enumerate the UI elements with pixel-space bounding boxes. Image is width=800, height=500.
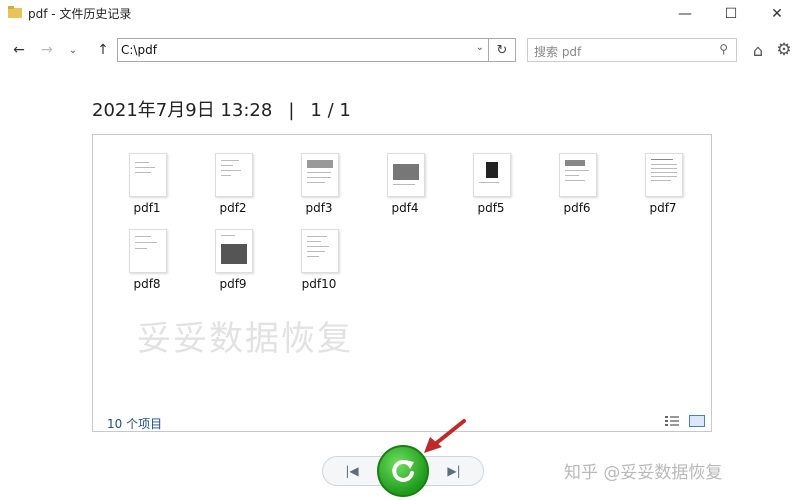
document-thumbnail-icon (645, 153, 683, 197)
up-button[interactable]: ↑ (92, 39, 114, 61)
address-path: C:\pdf (121, 43, 157, 57)
chevron-down-icon[interactable]: ⌄ (476, 42, 484, 53)
file-item[interactable]: pdf3 (289, 145, 349, 217)
file-item[interactable]: pdf10 (289, 221, 349, 293)
restore-icon (392, 459, 414, 482)
page-indicator: 1 / 1 (310, 100, 351, 121)
search-icon[interactable]: ⚲ (719, 42, 728, 56)
file-item[interactable]: pdf6 (547, 145, 607, 217)
file-name: pdf5 (477, 201, 505, 215)
site-watermark: 知乎 @妥妥数据恢复 (564, 463, 723, 483)
address-bar[interactable]: C:\pdf ⌄ (117, 38, 489, 62)
document-thumbnail-icon (129, 229, 167, 273)
folder-icon (8, 6, 22, 18)
document-thumbnail-icon (215, 153, 253, 197)
document-thumbnail-icon (129, 153, 167, 197)
document-thumbnail-icon (387, 153, 425, 197)
forward-button[interactable]: → (36, 39, 58, 61)
previous-version-button[interactable]: |◀ (322, 456, 382, 486)
file-name: pdf10 (301, 277, 337, 291)
file-list-panel: 妥妥数据恢复 pdf1 pdf2 pdf3 pdf4 pdf5 pdf6 pdf… (92, 134, 712, 432)
annotation-arrow-icon (424, 419, 466, 453)
title-bar: pdf - 文件历史记录 — ☐ ✕ (0, 0, 800, 28)
file-item[interactable]: pdf1 (117, 145, 177, 217)
header-separator: | (288, 100, 295, 121)
document-thumbnail-icon (215, 229, 253, 273)
document-thumbnail-icon (301, 153, 339, 197)
maximize-button[interactable]: ☐ (708, 0, 754, 28)
navigation-bar: ← → ⌄ ↑ C:\pdf ⌄ ↻ 搜索 pdf ⚲ ⌂ ⚙ (0, 36, 800, 66)
document-thumbnail-icon (473, 153, 511, 197)
gear-icon[interactable]: ⚙ (774, 40, 794, 60)
file-name: pdf4 (391, 201, 419, 215)
file-item[interactable]: pdf8 (117, 221, 177, 293)
large-icons-view-icon[interactable] (689, 415, 705, 427)
home-icon[interactable]: ⌂ (748, 40, 768, 60)
backup-datetime-header: 2021年7月9日 13:28 | 1 / 1 (92, 96, 351, 122)
panel-watermark: 妥妥数据恢复 (137, 319, 353, 359)
window-title: pdf - 文件历史记录 (28, 7, 132, 21)
refresh-button[interactable]: ↻ (489, 38, 516, 62)
file-name: pdf8 (133, 277, 161, 291)
close-button[interactable]: ✕ (754, 0, 800, 28)
file-name: pdf9 (219, 277, 247, 291)
search-placeholder: 搜索 pdf (534, 45, 582, 59)
search-input[interactable]: 搜索 pdf ⚲ (527, 38, 737, 62)
file-item[interactable]: pdf2 (203, 145, 263, 217)
file-name: pdf2 (219, 201, 247, 215)
file-name: pdf3 (305, 201, 333, 215)
file-item[interactable]: pdf9 (203, 221, 263, 293)
file-name: pdf1 (133, 201, 161, 215)
back-button[interactable]: ← (8, 39, 30, 61)
item-count: 10 个项目 (107, 417, 163, 431)
details-view-icon[interactable] (665, 415, 679, 427)
minimize-button[interactable]: — (662, 0, 708, 28)
file-name: pdf6 (563, 201, 591, 215)
file-name: pdf7 (649, 201, 677, 215)
document-thumbnail-icon (559, 153, 597, 197)
file-item[interactable]: pdf5 (461, 145, 521, 217)
file-item[interactable]: pdf7 (633, 145, 693, 217)
backup-datetime: 2021年7月9日 13:28 (92, 100, 273, 121)
recent-locations-button[interactable]: ⌄ (62, 39, 84, 61)
next-version-button[interactable]: ▶| (424, 456, 484, 486)
document-thumbnail-icon (301, 229, 339, 273)
file-item[interactable]: pdf4 (375, 145, 435, 217)
